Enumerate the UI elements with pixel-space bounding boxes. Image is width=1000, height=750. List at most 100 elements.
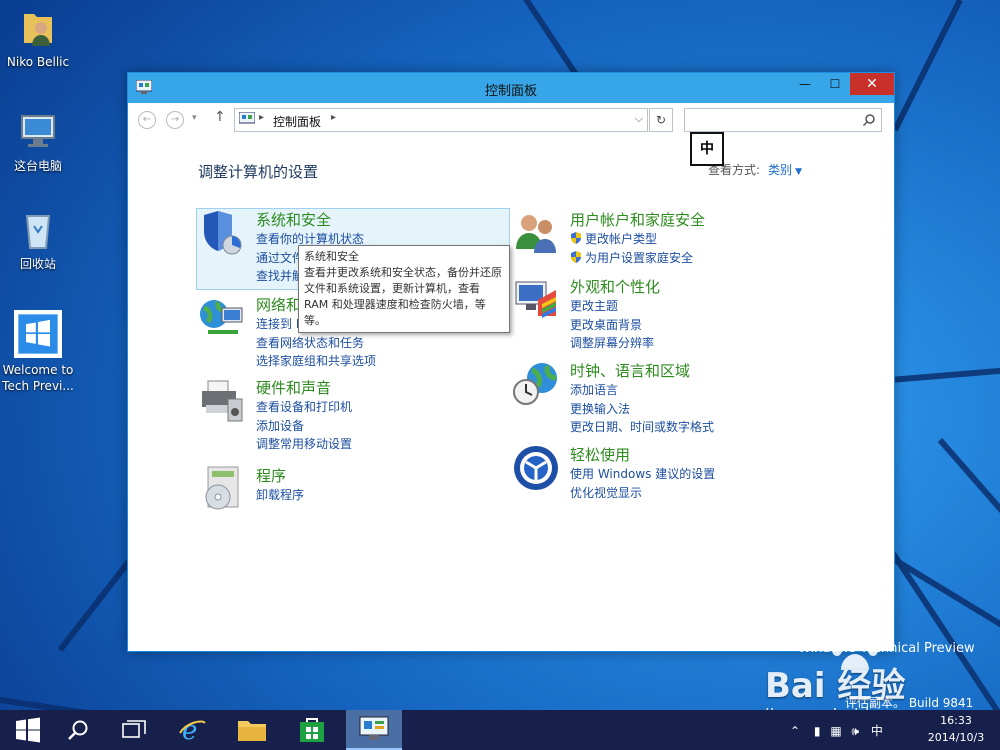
category-title[interactable]: 时钟、语言和区域 bbox=[570, 360, 690, 381]
link-add-device[interactable]: 添加设备 bbox=[256, 417, 352, 436]
search-icon[interactable] bbox=[863, 114, 875, 126]
page-title: 调整计算机的设置 bbox=[198, 163, 319, 181]
category-title[interactable]: 用户帐户和家庭安全 bbox=[570, 209, 705, 230]
link-change-theme[interactable]: 更改主题 bbox=[570, 297, 654, 316]
category-title[interactable]: 系统和安全 bbox=[256, 209, 331, 230]
desktop-icon-user-folder[interactable]: Niko Bellic bbox=[0, 6, 76, 70]
category-title[interactable]: 轻松使用 bbox=[570, 444, 630, 465]
link-family-safety[interactable]: 为用户设置家庭安全 bbox=[570, 249, 693, 268]
back-arrow-icon[interactable]: ← bbox=[138, 111, 156, 129]
maximize-button[interactable]: ☐ bbox=[820, 73, 850, 95]
volume-icon[interactable]: 🕪 bbox=[852, 724, 860, 738]
svg-text:e: e bbox=[182, 716, 197, 745]
recent-locations-chevron-icon[interactable]: ▾ bbox=[192, 113, 197, 123]
category-title[interactable]: 程序 bbox=[256, 465, 286, 486]
link-label: 更改帐户类型 bbox=[585, 232, 658, 246]
baidu-logo-text: Bai 经验 bbox=[765, 666, 906, 706]
refresh-button[interactable]: ↻ bbox=[649, 108, 673, 132]
address-dropdown-icon[interactable]: ⌵ bbox=[635, 112, 643, 126]
search-field[interactable] bbox=[687, 111, 851, 129]
printer-hardware-icon bbox=[202, 380, 243, 422]
link-change-input-method[interactable]: 更换输入法 bbox=[570, 400, 714, 419]
network-icon[interactable]: ▦ bbox=[830, 724, 841, 738]
build-watermark-line1: Windows Technical Preview bbox=[798, 641, 975, 656]
control-panel-icon bbox=[359, 716, 389, 740]
start-button[interactable] bbox=[0, 710, 56, 750]
users-icon bbox=[516, 215, 556, 253]
breadcrumb-control-panel[interactable]: 控制面板 bbox=[273, 113, 321, 130]
link-optimize-visual[interactable]: 优化视觉显示 bbox=[570, 484, 715, 503]
network-globe-icon bbox=[200, 300, 243, 334]
chevron-down-icon[interactable]: ▼ bbox=[795, 167, 802, 177]
system-tray: ⌃ ▮ ▦ 🕪 中 bbox=[790, 722, 883, 739]
link-add-language[interactable]: 添加语言 bbox=[570, 381, 714, 400]
breadcrumb-separator-icon: ▸ bbox=[259, 112, 265, 123]
category-title[interactable]: 硬件和声音 bbox=[256, 377, 331, 398]
desktop-icon-label: Welcome to Tech Previ... bbox=[2, 363, 74, 393]
up-arrow-icon[interactable]: ↑ bbox=[214, 109, 226, 125]
show-hidden-icons-icon[interactable]: ⌃ bbox=[790, 724, 800, 738]
clock[interactable]: 16:33 2014/10/3 bbox=[920, 712, 992, 746]
link-network-status[interactable]: 查看网络状态和任务 bbox=[256, 334, 376, 353]
link-devices-printers[interactable]: 查看设备和打印机 bbox=[256, 398, 352, 417]
category-title[interactable]: 外观和个性化 bbox=[570, 276, 660, 297]
link-mobility-settings[interactable]: 调整常用移动设置 bbox=[256, 435, 352, 454]
tooltip-title: 系统和安全 bbox=[304, 250, 359, 263]
internet-explorer-button[interactable]: e bbox=[164, 710, 220, 750]
close-button[interactable]: ✕ bbox=[850, 73, 894, 95]
windows-welcome-icon bbox=[14, 310, 62, 358]
desktop-icon-welcome[interactable]: Welcome to Tech Previ... bbox=[0, 310, 76, 394]
window-titlebar[interactable]: 控制面板 — ☐ ✕ bbox=[128, 73, 894, 103]
address-bar[interactable]: ▸ 控制面板 ▸ ⌵ bbox=[234, 108, 648, 132]
clock-time: 16:33 bbox=[940, 714, 972, 727]
appearance-palette-icon bbox=[515, 281, 556, 318]
link-label: 为用户设置家庭安全 bbox=[585, 250, 694, 265]
file-explorer-button[interactable] bbox=[224, 710, 280, 750]
recycle-bin-icon bbox=[25, 215, 51, 249]
computer-icon bbox=[21, 115, 55, 147]
breadcrumb-separator-icon[interactable]: ▸ bbox=[331, 112, 336, 123]
link-homegroup[interactable]: 选择家庭组和共享选项 bbox=[256, 352, 376, 371]
search-button[interactable] bbox=[50, 710, 106, 750]
desktop-icon-label: Niko Bellic bbox=[6, 55, 70, 69]
view-by-value[interactable]: 类别 bbox=[768, 163, 792, 177]
programs-disc-icon bbox=[205, 466, 239, 510]
window-title: 控制面板 bbox=[484, 84, 537, 99]
ime-mode-indicator: 中 bbox=[690, 132, 724, 166]
ime-tray-indicator[interactable]: 中 bbox=[871, 724, 883, 738]
start-icon bbox=[16, 717, 40, 743]
link-change-account-type[interactable]: 更改帐户类型 bbox=[570, 230, 693, 249]
control-panel-icon bbox=[239, 112, 255, 124]
taskbar: e ⌃ ▮ ▦ 🕪 中 16:33 2014/10/3 bbox=[0, 710, 1000, 750]
power-icon[interactable]: ▮ bbox=[814, 724, 821, 738]
desktop-icon-recycle-bin[interactable]: 回收站 bbox=[0, 208, 76, 272]
link-uninstall-program[interactable]: 卸载程序 bbox=[256, 486, 304, 505]
desktop-icon-label: 这台电脑 bbox=[13, 159, 62, 173]
tooltip-body: 查看并更改系统和安全状态，备份并还原文件和系统设置，更新计算机，查看 RAM 和… bbox=[304, 266, 502, 327]
task-view-icon bbox=[122, 720, 146, 738]
clock-date: 2014/10/3 bbox=[927, 731, 985, 744]
link-change-wallpaper[interactable]: 更改桌面背景 bbox=[570, 316, 654, 335]
link-recommended-settings[interactable]: 使用 Windows 建议的设置 bbox=[570, 465, 715, 484]
task-view-button[interactable] bbox=[106, 710, 162, 750]
minimize-button[interactable]: — bbox=[790, 73, 820, 95]
ease-of-access-icon bbox=[514, 446, 558, 490]
clock-globe-icon bbox=[513, 363, 557, 405]
ie-icon: e bbox=[179, 716, 206, 745]
control-panel-taskbar-button[interactable] bbox=[346, 710, 402, 750]
link-screen-resolution[interactable]: 调整屏幕分辨率 bbox=[570, 334, 654, 353]
control-panel-window: 控制面板 — ☐ ✕ ← → ▾ ↑ ▸ 控制面板 ▸ ⌵ ↻ 调整计算机的设置… bbox=[127, 72, 895, 652]
shield-security-icon bbox=[204, 211, 242, 255]
user-folder-icon bbox=[24, 14, 52, 46]
search-input[interactable] bbox=[684, 108, 882, 132]
forward-arrow-icon[interactable]: → bbox=[166, 111, 184, 129]
navigation-bar: ← → ▾ ↑ ▸ 控制面板 ▸ ⌵ ↻ bbox=[128, 103, 894, 137]
desktop-icon-label: 回收站 bbox=[19, 257, 56, 271]
store-button[interactable] bbox=[284, 710, 340, 750]
search-icon bbox=[68, 720, 88, 740]
uac-shield-icon bbox=[571, 250, 581, 263]
refresh-icon: ↻ bbox=[655, 113, 667, 127]
link-date-time-format[interactable]: 更改日期、时间或数字格式 bbox=[570, 418, 714, 437]
desktop-icon-this-pc[interactable]: 这台电脑 bbox=[0, 110, 76, 174]
category-tooltip: 系统和安全 查看并更改系统和安全状态，备份并还原文件和系统设置，更新计算机，查看… bbox=[298, 245, 510, 333]
